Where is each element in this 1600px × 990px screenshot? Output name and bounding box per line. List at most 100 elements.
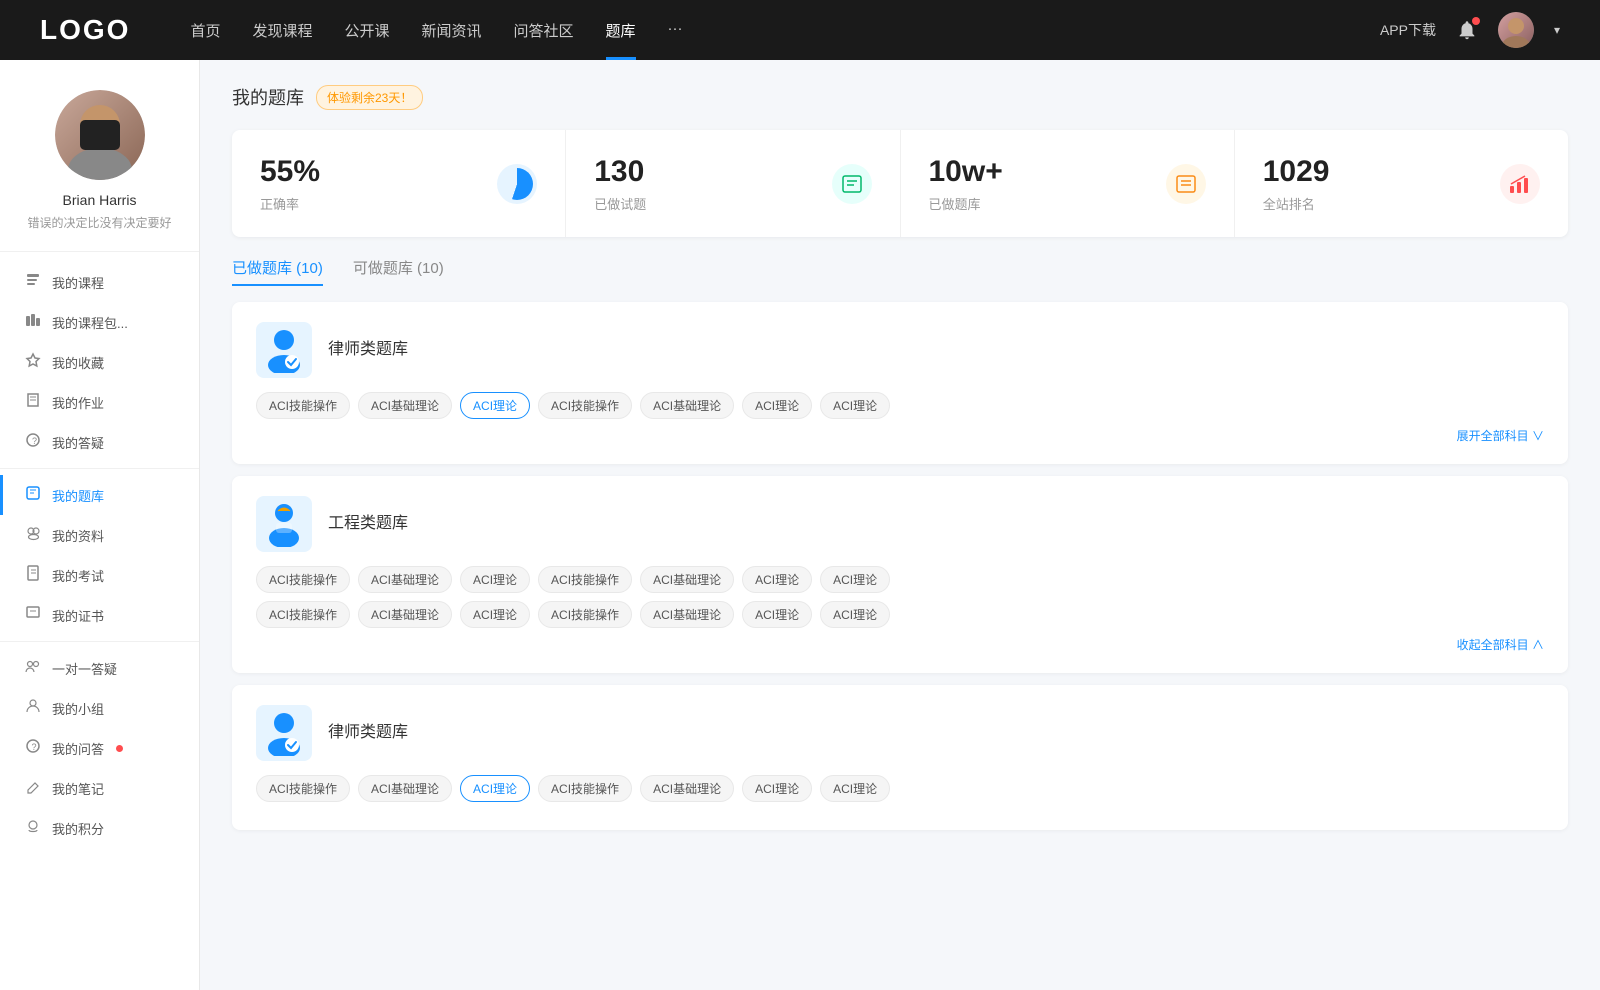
- profile-section: Brian Harris 错误的决定比没有决定要好: [0, 90, 199, 252]
- sidebar-item-my-points[interactable]: 我的积分: [0, 808, 199, 848]
- qbank-tags-lawyer-2: ACI技能操作 ACI基础理论 ACI理论 ACI技能操作 ACI基础理论 AC…: [256, 775, 1544, 802]
- sidebar: Brian Harris 错误的决定比没有决定要好 我的课程 我的课程包...: [0, 60, 200, 990]
- group-icon: [24, 698, 42, 718]
- sidebar-item-my-qa[interactable]: ? 我的答疑: [0, 422, 199, 462]
- collapse-link-engineer[interactable]: 收起全部科目 ∧: [256, 636, 1544, 653]
- tag-2-active[interactable]: ACI理论: [460, 392, 530, 419]
- eng-tag-r1-1[interactable]: ACI基础理论: [358, 566, 452, 593]
- sidebar-divider-1: [0, 468, 199, 469]
- sidebar-item-homework[interactable]: 我的作业: [0, 382, 199, 422]
- eng-tag-r1-4[interactable]: ACI基础理论: [640, 566, 734, 593]
- tag-3[interactable]: ACI技能操作: [538, 392, 632, 419]
- tabs-row: 已做题库 (10) 可做题库 (10): [232, 257, 1568, 286]
- page-header: 我的题库 体验剩余23天！: [232, 84, 1568, 110]
- tag-1[interactable]: ACI基础理论: [358, 392, 452, 419]
- sidebar-item-my-group[interactable]: 我的小组: [0, 688, 199, 728]
- sidebar-item-course-package[interactable]: 我的课程包...: [0, 302, 199, 342]
- qbank-card-lawyer-1: 律师类题库 ACI技能操作 ACI基础理论 ACI理论 ACI技能操作 ACI基…: [232, 302, 1568, 464]
- l2-tag-3[interactable]: ACI技能操作: [538, 775, 632, 802]
- questions-badge: [116, 745, 123, 752]
- tag-0[interactable]: ACI技能操作: [256, 392, 350, 419]
- eng-tag-r1-5[interactable]: ACI理论: [742, 566, 812, 593]
- qbank-tags-engineer-row1: ACI技能操作 ACI基础理论 ACI理论 ACI技能操作 ACI基础理论 AC…: [256, 566, 1544, 593]
- eng-tag-r1-3[interactable]: ACI技能操作: [538, 566, 632, 593]
- expand-link-lawyer-1[interactable]: 展开全部科目 ∨: [256, 427, 1544, 444]
- stat-done-banks-icon: [1166, 164, 1206, 204]
- stat-done-banks: 10w+ 已做题库: [901, 130, 1235, 237]
- eng-tag-r2-5[interactable]: ACI理论: [742, 601, 812, 628]
- user-dropdown-arrow[interactable]: ▾: [1554, 23, 1560, 37]
- tag-4[interactable]: ACI基础理论: [640, 392, 734, 419]
- nav-news[interactable]: 新闻资讯: [422, 20, 482, 41]
- sidebar-item-my-data[interactable]: 我的资料: [0, 515, 199, 555]
- eng-tag-r2-0[interactable]: ACI技能操作: [256, 601, 350, 628]
- stat-done-banks-value: 10w+: [929, 154, 1150, 190]
- stat-done-questions-value: 130: [594, 154, 815, 190]
- sidebar-item-favorites[interactable]: 我的收藏: [0, 342, 199, 382]
- svg-text:?: ?: [32, 742, 37, 752]
- profile-motto: 错误的决定比没有决定要好: [20, 214, 179, 231]
- sidebar-menu: 我的课程 我的课程包... 我的收藏 我的作业: [0, 252, 199, 858]
- qbank-name-engineer: 工程类题库: [328, 496, 408, 552]
- notification-badge: [1472, 17, 1480, 25]
- sidebar-divider-2: [0, 641, 199, 642]
- l2-tag-4[interactable]: ACI基础理论: [640, 775, 734, 802]
- eng-tag-r1-6[interactable]: ACI理论: [820, 566, 890, 593]
- app-download-button[interactable]: APP下载: [1380, 20, 1436, 40]
- one-on-one-icon: [24, 658, 42, 678]
- l2-tag-6[interactable]: ACI理论: [820, 775, 890, 802]
- stat-done-questions-label: 已做试题: [594, 194, 815, 213]
- eng-tag-r2-6[interactable]: ACI理论: [820, 601, 890, 628]
- profile-name: Brian Harris: [20, 192, 179, 208]
- tab-available-banks[interactable]: 可做题库 (10): [353, 257, 444, 286]
- stat-done-questions-icon: [832, 164, 872, 204]
- trial-badge: 体验剩余23天！: [316, 85, 423, 110]
- sidebar-item-one-on-one[interactable]: 一对一答疑: [0, 648, 199, 688]
- tag-6[interactable]: ACI理论: [820, 392, 890, 419]
- user-avatar[interactable]: [1498, 12, 1534, 48]
- l2-tag-2-active[interactable]: ACI理论: [460, 775, 530, 802]
- stat-accuracy-label: 正确率: [260, 194, 481, 213]
- nav-home[interactable]: 首页: [190, 20, 220, 41]
- eng-tag-r2-2[interactable]: ACI理论: [460, 601, 530, 628]
- nav-more[interactable]: ···: [668, 20, 683, 41]
- nav-discover[interactable]: 发现课程: [252, 20, 312, 41]
- my-courses-icon: [24, 272, 42, 292]
- logo[interactable]: LOGO: [40, 14, 130, 46]
- sidebar-item-my-notes[interactable]: 我的笔记: [0, 768, 199, 808]
- tag-5[interactable]: ACI理论: [742, 392, 812, 419]
- l2-tag-5[interactable]: ACI理论: [742, 775, 812, 802]
- page-layout: Brian Harris 错误的决定比没有决定要好 我的课程 我的课程包...: [0, 60, 1600, 990]
- sidebar-item-my-exam[interactable]: 我的考试: [0, 555, 199, 595]
- tab-done-banks[interactable]: 已做题库 (10): [232, 257, 323, 286]
- qbank-header-1: 律师类题库: [256, 322, 1544, 378]
- eng-tag-r2-4[interactable]: ACI基础理论: [640, 601, 734, 628]
- notification-bell[interactable]: [1456, 19, 1478, 41]
- nav-open-course[interactable]: 公开课: [344, 20, 389, 41]
- questions-icon: ?: [24, 738, 42, 758]
- l2-tag-1[interactable]: ACI基础理论: [358, 775, 452, 802]
- navbar-right: APP下载 ▾: [1380, 12, 1560, 48]
- eng-tag-r2-1[interactable]: ACI基础理论: [358, 601, 452, 628]
- nav-qa[interactable]: 问答社区: [514, 20, 574, 41]
- sidebar-item-my-questions[interactable]: ? 我的问答: [0, 728, 199, 768]
- qbank-header-2: 工程类题库: [256, 496, 1544, 552]
- sidebar-item-my-certificate[interactable]: 我的证书: [0, 595, 199, 635]
- eng-tag-r1-0[interactable]: ACI技能操作: [256, 566, 350, 593]
- sidebar-item-my-question-bank[interactable]: 我的题库: [0, 475, 199, 515]
- navbar: LOGO 首页 发现课程 公开课 新闻资讯 问答社区 题库 ··· APP下载 …: [0, 0, 1600, 60]
- data-icon: [24, 525, 42, 545]
- stat-ranking: 1029 全站排名: [1235, 130, 1568, 237]
- stat-ranking-icon: [1500, 164, 1540, 204]
- sidebar-item-my-courses[interactable]: 我的课程: [0, 262, 199, 302]
- eng-tag-r1-2[interactable]: ACI理论: [460, 566, 530, 593]
- course-package-icon: [24, 312, 42, 332]
- qbank-card-engineer: 工程类题库 ACI技能操作 ACI基础理论 ACI理论 ACI技能操作 ACI基…: [232, 476, 1568, 673]
- eng-tag-r2-3[interactable]: ACI技能操作: [538, 601, 632, 628]
- stat-ranking-label: 全站排名: [1263, 194, 1484, 213]
- nav-question-bank[interactable]: 题库: [606, 20, 636, 41]
- svg-text:?: ?: [32, 436, 37, 446]
- l2-tag-0[interactable]: ACI技能操作: [256, 775, 350, 802]
- qbank-tags-engineer-row2: ACI技能操作 ACI基础理论 ACI理论 ACI技能操作 ACI基础理论 AC…: [256, 601, 1544, 628]
- qa-icon: ?: [24, 432, 42, 452]
